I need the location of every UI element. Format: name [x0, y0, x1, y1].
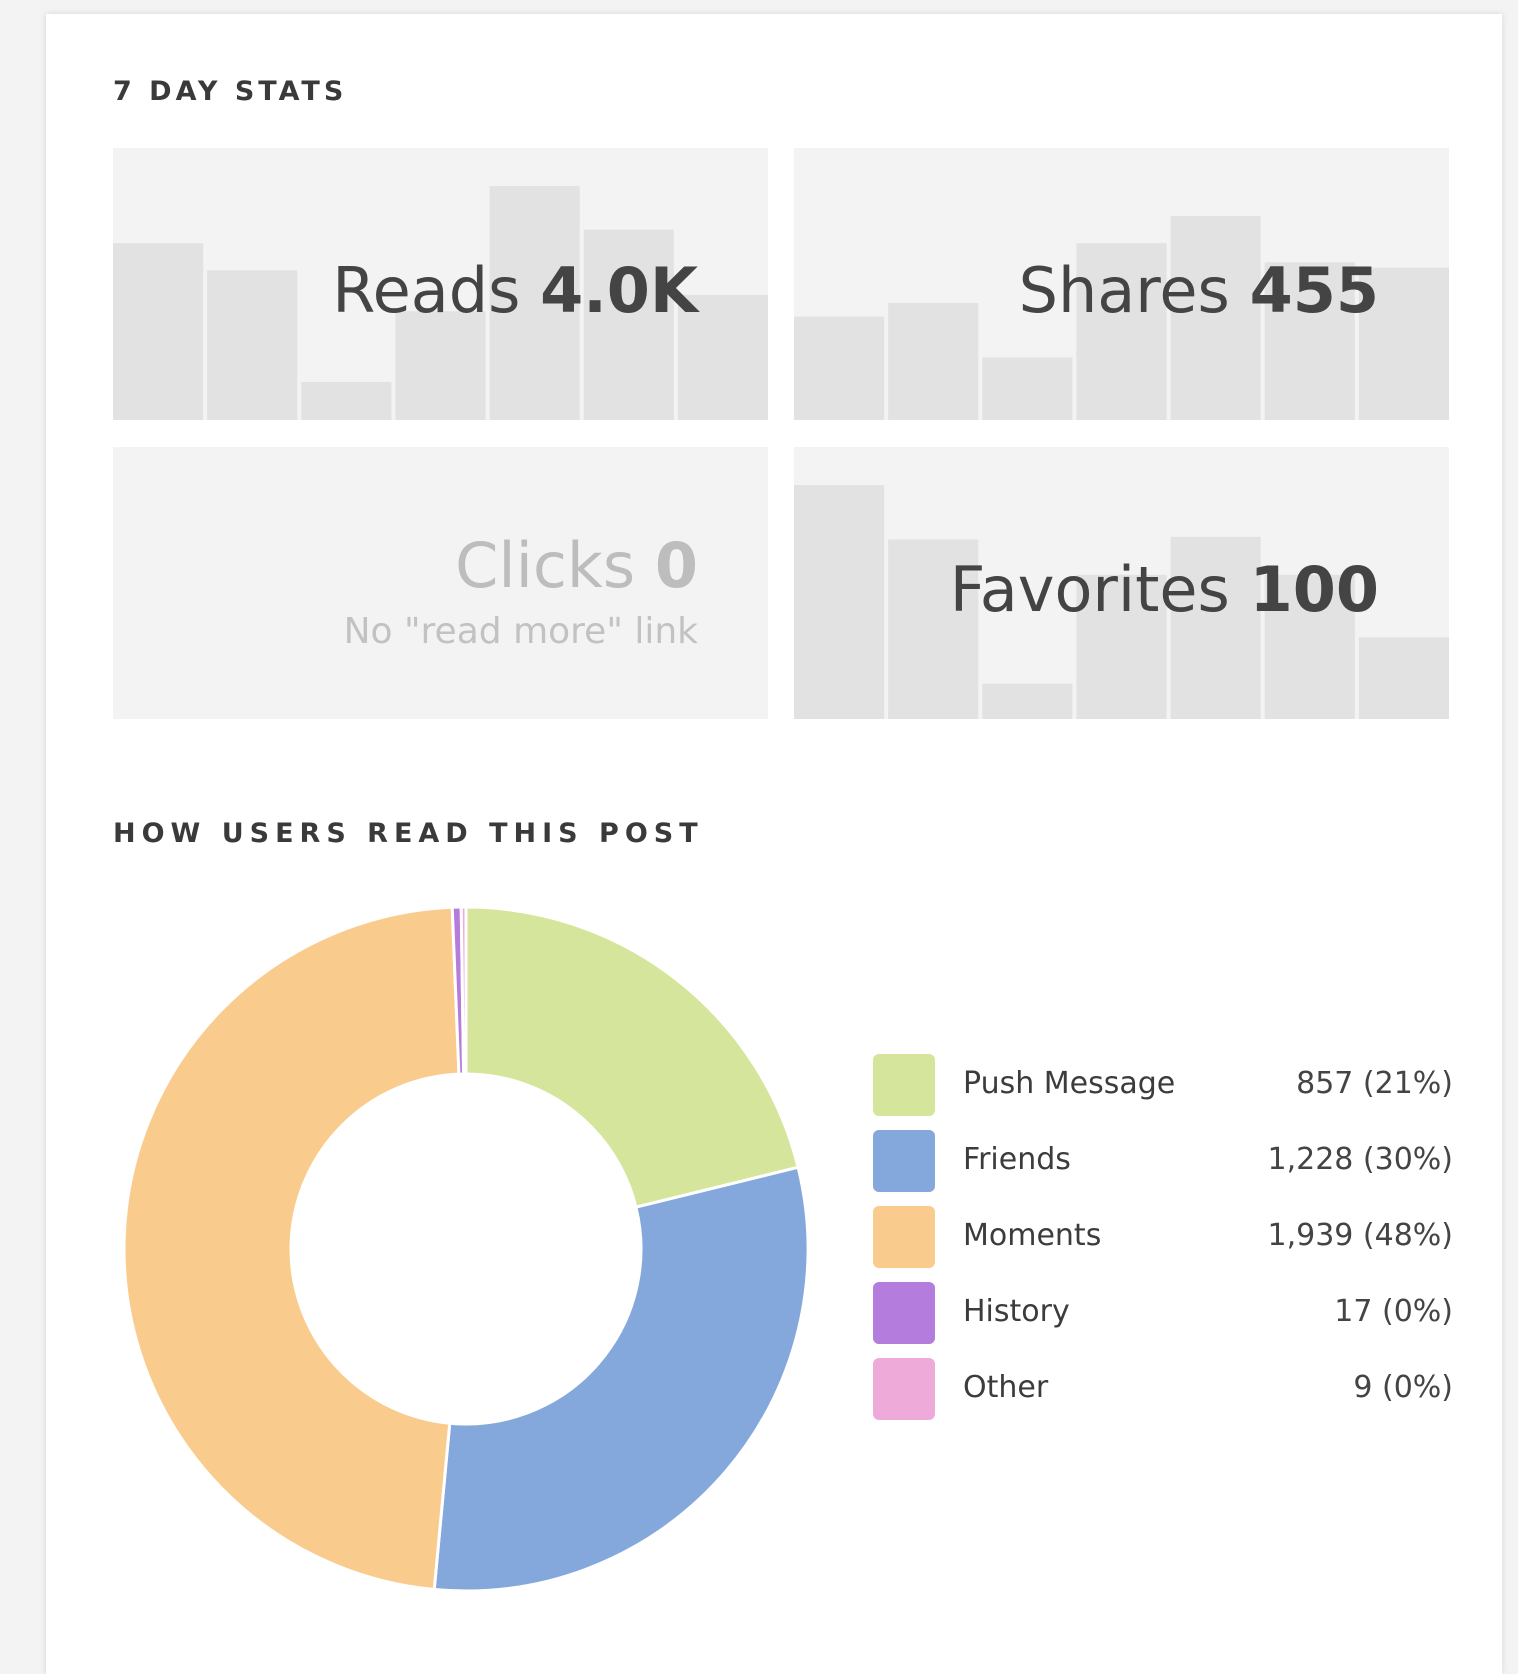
donut-slice-moments [122, 905, 461, 1592]
reads-label: Reads [332, 254, 521, 327]
clicks-note: No "read more" link [343, 611, 698, 652]
legend-label-moments: Moments [963, 1218, 1102, 1253]
legend-label-history: History [963, 1294, 1070, 1329]
shares-metric: Shares 455 [1019, 254, 1379, 327]
stats-card: 7 DAY STATS Reads 4.0K Shares 455 Clicks… [46, 14, 1502, 1674]
favorites-tile: Favorites 100 [794, 447, 1449, 719]
reads-bar-3 [301, 381, 392, 420]
legend-value-history: 17 (0%) [1334, 1294, 1453, 1329]
favorites-bar-7 [1358, 637, 1449, 719]
legend-row-friends: Friends 1,228 (30%) [873, 1130, 1453, 1206]
reads-bar-4 [395, 311, 486, 420]
how-users-read-heading: HOW USERS READ THIS POST [113, 818, 704, 849]
favorites-value: 100 [1249, 553, 1379, 626]
reads-tile: Reads 4.0K [113, 148, 768, 420]
shares-tile: Shares 455 [794, 148, 1449, 420]
shares-label: Shares [1018, 254, 1230, 327]
legend-swatch-other [873, 1358, 935, 1420]
legend-row-moments: Moments 1,939 (48%) [873, 1206, 1453, 1282]
legend-swatch-moments [873, 1206, 935, 1268]
donut-slice-push-message [464, 905, 800, 1210]
reads-bar-2 [207, 270, 298, 420]
shares-bar-3 [982, 357, 1073, 420]
favorites-bar-1 [794, 485, 885, 719]
legend-label-other: Other [963, 1370, 1049, 1405]
clicks-metric: Clicks 0 [455, 529, 698, 602]
legend-row-history: History 17 (0%) [873, 1282, 1453, 1358]
legend-label-friends: Friends [963, 1142, 1071, 1177]
reads-bar-1 [113, 243, 204, 420]
read-source-donut-chart [122, 905, 810, 1593]
clicks-value: 0 [654, 529, 698, 602]
legend-swatch-friends [873, 1130, 935, 1192]
shares-bar-2 [888, 303, 979, 420]
shares-value: 455 [1249, 254, 1379, 327]
favorites-metric: Favorites 100 [950, 553, 1379, 626]
legend-label-push-message: Push Message [963, 1066, 1176, 1101]
reads-metric: Reads 4.0K [332, 254, 698, 327]
seven-day-stats-heading: 7 DAY STATS [113, 76, 348, 107]
donut-slice-friends [432, 1165, 810, 1593]
read-source-legend: Push Message 857 (21%) Friends 1,228 (30%) M… [873, 1054, 1453, 1434]
legend-value-friends: 1,228 (30%) [1267, 1142, 1453, 1177]
clicks-tile: Clicks 0 No "read more" link [113, 447, 768, 719]
donut-slice-other [459, 905, 468, 1076]
legend-value-moments: 1,939 (48%) [1267, 1218, 1453, 1253]
favorites-bar-3 [982, 683, 1073, 719]
legend-value-push-message: 857 (21%) [1296, 1066, 1453, 1101]
legend-swatch-push-message [873, 1054, 935, 1116]
legend-row-other: Other 9 (0%) [873, 1358, 1453, 1434]
legend-swatch-history [873, 1282, 935, 1344]
favorites-label: Favorites [949, 553, 1230, 626]
shares-bar-1 [794, 316, 885, 420]
reads-value: 4.0K [540, 254, 698, 327]
legend-row-push-message: Push Message 857 (21%) [873, 1054, 1453, 1130]
clicks-label: Clicks [455, 529, 636, 602]
legend-value-other: 9 (0%) [1353, 1370, 1453, 1405]
